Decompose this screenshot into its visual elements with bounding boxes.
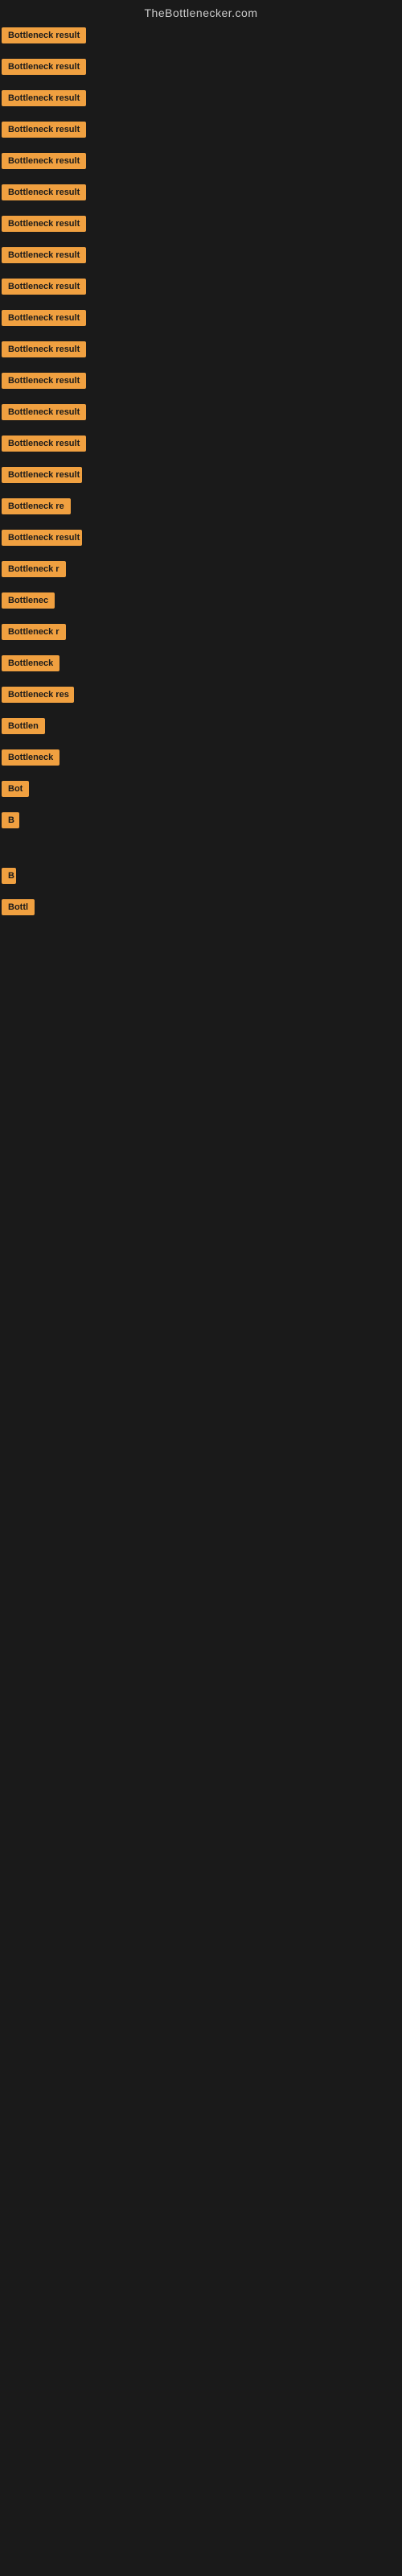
bottleneck-result-label: Bottleneck result [2,216,86,232]
list-item: Bottleneck result [2,151,400,175]
bottleneck-result-label: Bottleneck result [2,59,86,75]
list-item: Bottleneck result [2,214,400,237]
bottleneck-result-label: Bottleneck result [2,184,86,200]
list-item: Bottleneck result [2,120,400,143]
bottleneck-result-label: Bottleneck result [2,27,86,43]
list-item: Bottlen [2,716,400,740]
bottleneck-result-label: Bottleneck re [2,498,71,514]
list-item: Bottleneck result [2,57,400,80]
list-item: Bottleneck result [2,308,400,332]
list-item: B [2,866,400,890]
bottleneck-result-label: Bottlen [2,718,45,734]
list-item: Bottleneck result [2,371,400,394]
list-item: Bottleneck result [2,183,400,206]
bottleneck-result-label: Bottleneck [2,749,59,766]
bottleneck-result-label: Bottl [2,899,35,915]
bottleneck-result-label: Bottleneck result [2,90,86,106]
list-item: Bottleneck [2,748,400,771]
list-item: B [2,811,400,834]
bottleneck-result-label: Bottleneck result [2,153,86,169]
bottleneck-result-label: Bottleneck [2,655,59,671]
list-item [2,842,400,858]
list-item: Bottleneck r [2,622,400,646]
bottleneck-result-label: Bottleneck result [2,467,82,483]
list-item: Bottleneck result [2,340,400,363]
bottleneck-result-label: Bottleneck result [2,341,86,357]
site-title: TheBottlenecker.com [0,0,402,23]
list-item: Bottleneck [2,654,400,677]
bottleneck-result-label: Bottleneck result [2,373,86,389]
bottleneck-list: Bottleneck result Bottleneck result Bottle… [0,23,402,956]
bottleneck-result-label: B [2,868,16,884]
bottleneck-result-label: Bottleneck r [2,624,66,640]
bottleneck-result-label: Bottleneck result [2,247,86,263]
list-item: Bottleneck result [2,402,400,426]
list-item: Bottleneck result [2,89,400,112]
list-item: Bottleneck re [2,497,400,520]
bottleneck-result-label: Bottleneck res [2,687,74,703]
list-item: Bottleneck res [2,685,400,708]
list-item: Bottleneck result [2,277,400,300]
list-item: Bottleneck result [2,26,400,49]
list-item: Bottleneck result [2,434,400,457]
list-item: Bot [2,779,400,803]
list-item: Bottl [2,898,400,921]
list-item [2,929,400,945]
list-item: Bottleneck result [2,246,400,269]
list-item: Bottleneck r [2,559,400,583]
bottleneck-result-label: Bottleneck result [2,310,86,326]
bottleneck-result-label: Bottleneck result [2,436,86,452]
bottleneck-result-label: Bottlenec [2,592,55,609]
list-item: Bottlenec [2,591,400,614]
list-item: Bottleneck result [2,465,400,489]
bottleneck-result-label: Bot [2,781,29,797]
bottleneck-result-label: B [2,812,19,828]
list-item: Bottleneck result [2,528,400,551]
bottleneck-result-label: Bottleneck result [2,530,82,546]
bottleneck-result-label: Bottleneck result [2,279,86,295]
bottleneck-result-label: Bottleneck r [2,561,66,577]
bottleneck-result-label: Bottleneck result [2,404,86,420]
bottleneck-result-label: Bottleneck result [2,122,86,138]
